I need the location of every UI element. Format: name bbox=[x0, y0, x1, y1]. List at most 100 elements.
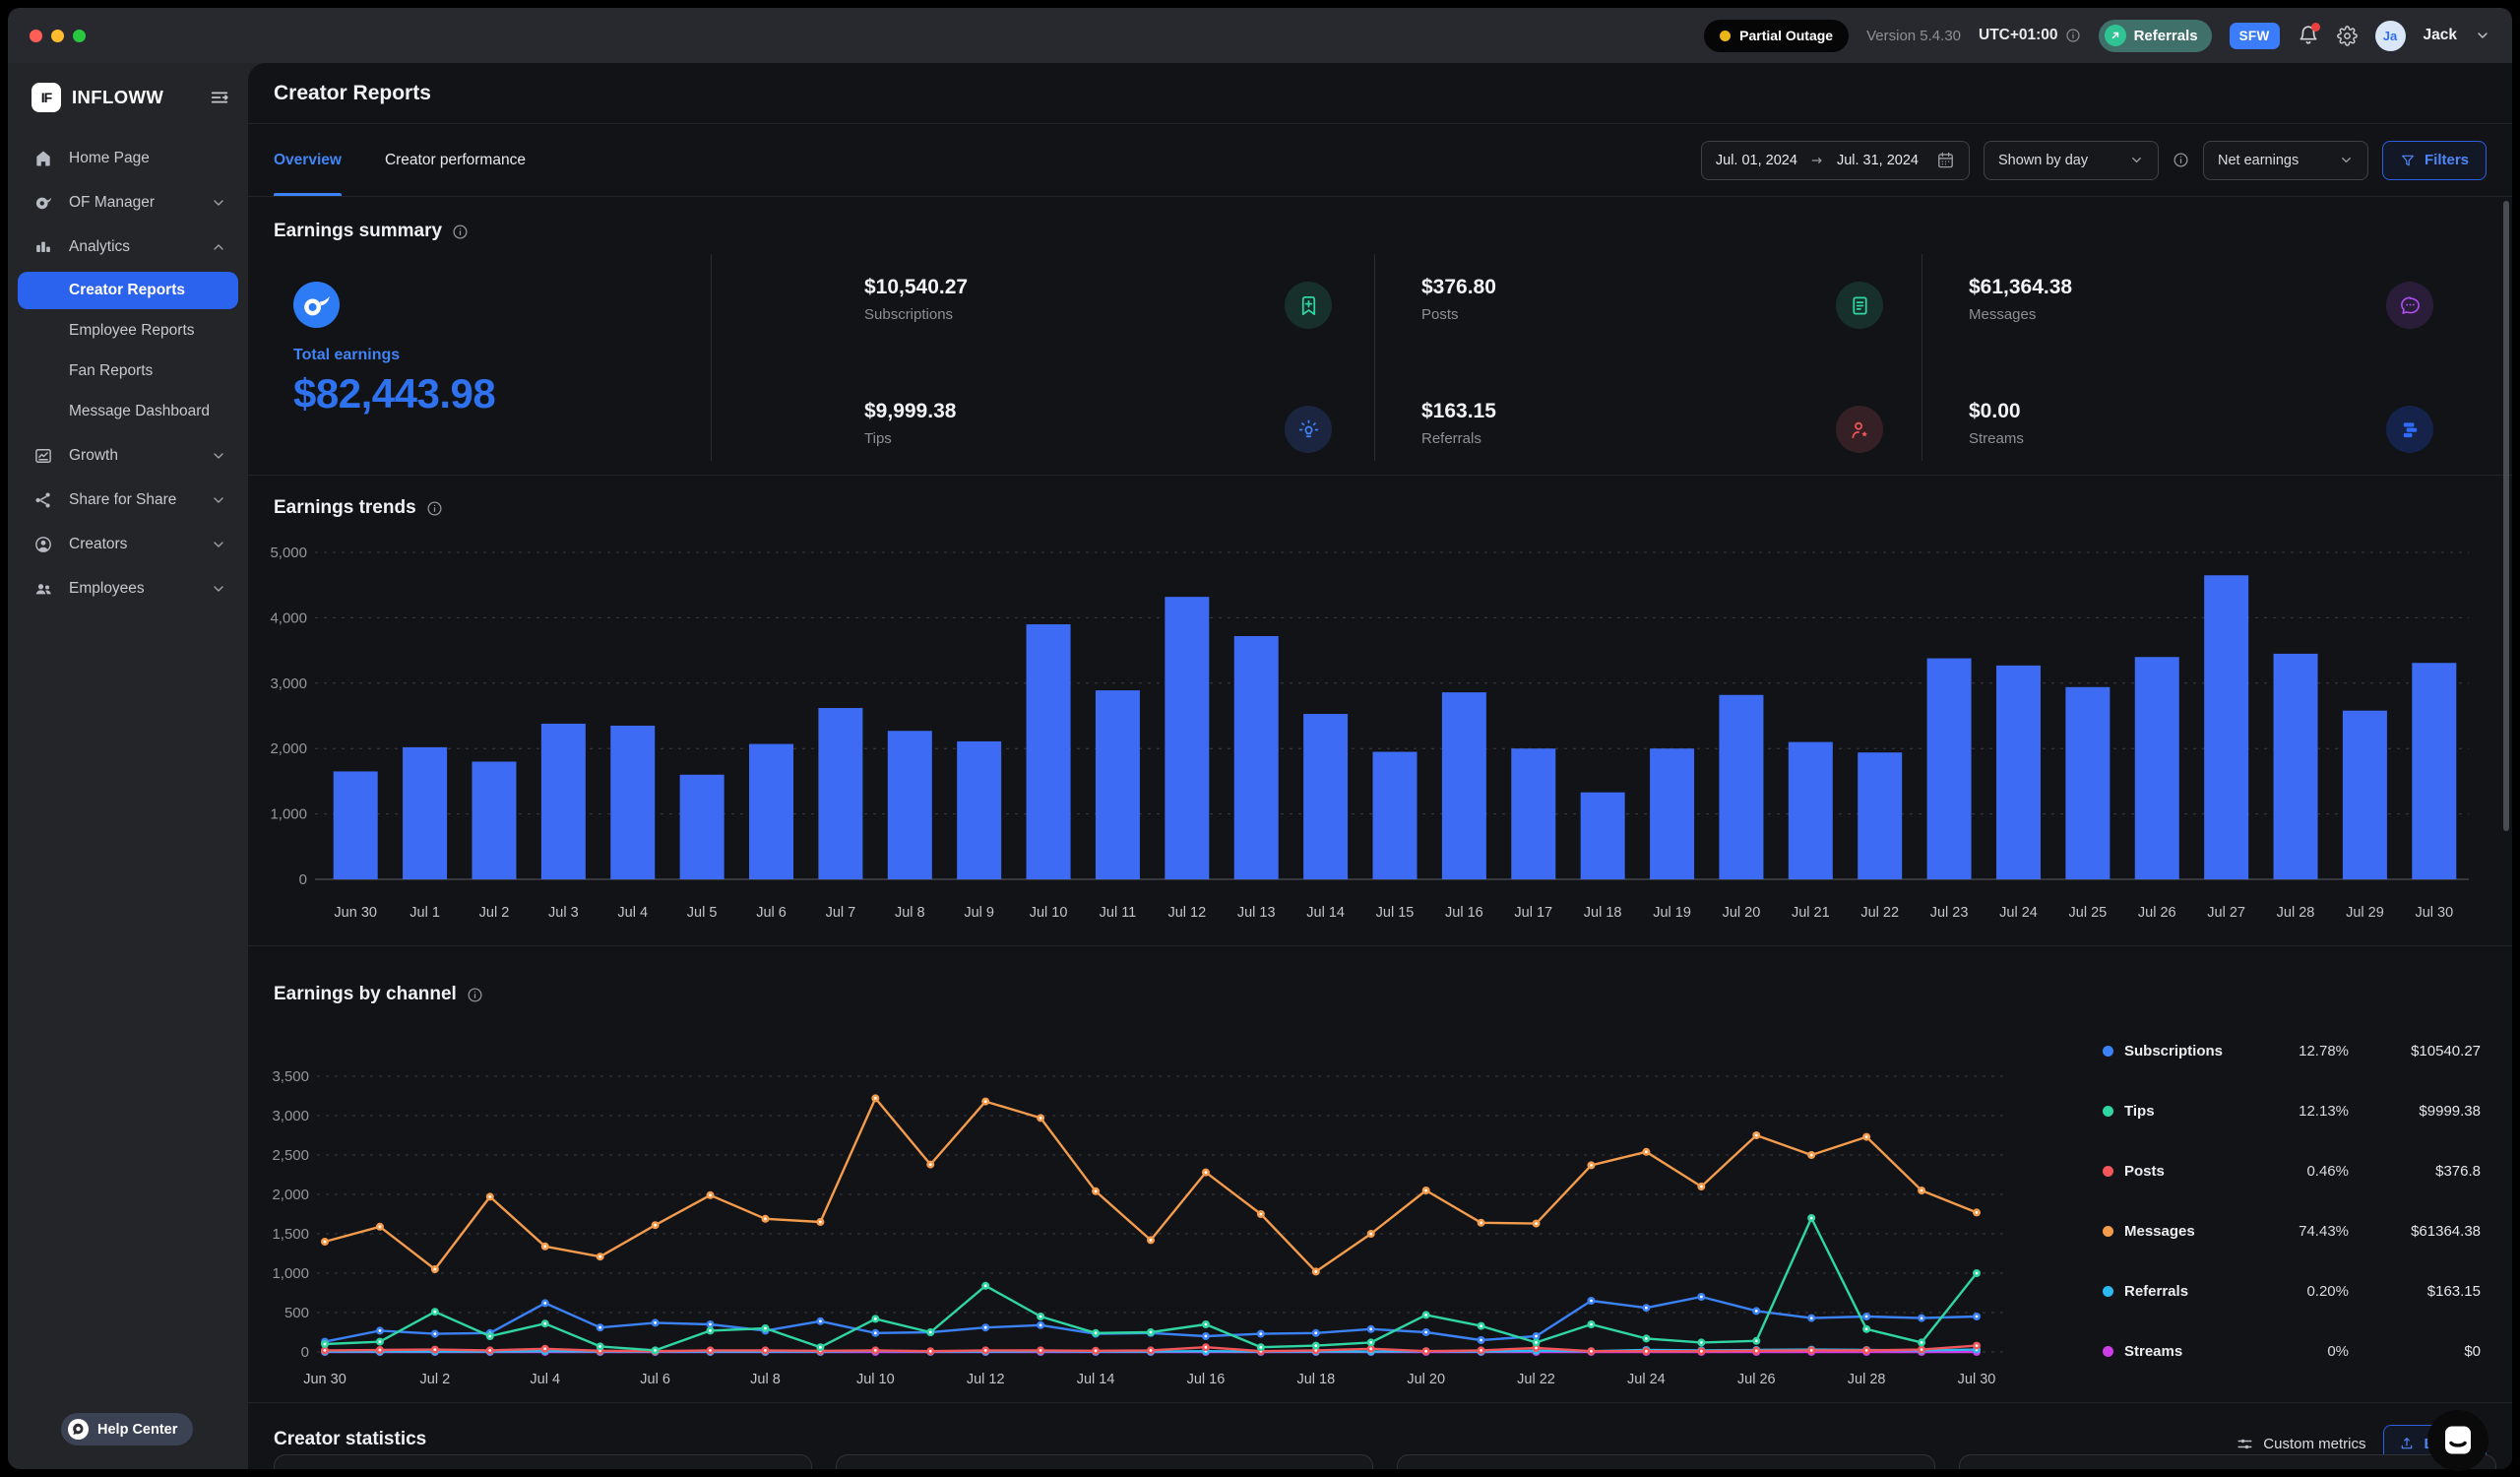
bar-jul-5[interactable] bbox=[680, 775, 724, 879]
sidebar-item-analytics[interactable]: Analytics bbox=[18, 225, 238, 269]
bar-jul-13[interactable] bbox=[1234, 636, 1279, 879]
bar-jul-4[interactable] bbox=[610, 726, 655, 879]
bar-jul-14[interactable] bbox=[1303, 714, 1348, 879]
bar-jul-12[interactable] bbox=[1165, 597, 1209, 879]
referral-arrow-icon bbox=[2105, 25, 2126, 46]
bar-jul-21[interactable] bbox=[1789, 742, 1833, 879]
employees-icon bbox=[33, 579, 53, 599]
bar-jul-6[interactable] bbox=[749, 744, 793, 879]
stat-card[interactable] bbox=[1397, 1454, 1935, 1469]
chevron-down-icon bbox=[211, 195, 226, 211]
bar-jun-30[interactable] bbox=[334, 771, 378, 879]
bar-jul-23[interactable] bbox=[1927, 659, 1972, 879]
chat-widget-button[interactable] bbox=[2427, 1410, 2488, 1471]
info-icon[interactable] bbox=[452, 224, 469, 240]
bar-jul-29[interactable] bbox=[2343, 711, 2387, 879]
sidebar-item-employees[interactable]: Employees bbox=[18, 566, 238, 610]
chevron-down-icon bbox=[211, 581, 226, 597]
custom-metrics-button[interactable]: Custom metrics bbox=[2236, 1435, 2365, 1453]
bar-jul-15[interactable] bbox=[1373, 752, 1418, 879]
bar-x-label: Jul 17 bbox=[1514, 905, 1552, 921]
lightbulb-icon bbox=[1285, 406, 1332, 453]
bar-x-label: Jul 4 bbox=[617, 905, 648, 921]
sidebar-item-home-page[interactable]: Home Page bbox=[18, 136, 238, 180]
sfw-toggle[interactable]: SFW bbox=[2230, 23, 2280, 49]
bar-jul-16[interactable] bbox=[1442, 692, 1486, 879]
user-avatar[interactable]: Ja bbox=[2375, 21, 2406, 51]
line-x-label: Jul 2 bbox=[420, 1372, 451, 1387]
bar-jul-25[interactable] bbox=[2065, 687, 2110, 879]
bar-jul-28[interactable] bbox=[2274, 654, 2318, 879]
legend-row-referrals[interactable]: Referrals0.20%$163.15 bbox=[2103, 1261, 2481, 1321]
bar-jul-24[interactable] bbox=[1996, 666, 2041, 879]
help-center-button[interactable]: Help Center bbox=[61, 1413, 193, 1445]
bar-jul-18[interactable] bbox=[1581, 793, 1625, 879]
sidebar-item-growth[interactable]: Growth bbox=[18, 433, 238, 478]
bar-jul-19[interactable] bbox=[1650, 748, 1694, 879]
bar-x-label: Jul 26 bbox=[2138, 905, 2176, 921]
svg-text:2,000: 2,000 bbox=[270, 740, 307, 757]
bar-jul-11[interactable] bbox=[1096, 690, 1140, 879]
info-icon[interactable] bbox=[2065, 28, 2081, 43]
legend-row-subscriptions[interactable]: Subscriptions12.78%$10540.27 bbox=[2103, 1021, 2481, 1081]
settings-gear-icon[interactable] bbox=[2337, 26, 2358, 46]
sidebar-item-creator-reports[interactable]: Creator Reports bbox=[18, 272, 238, 309]
zoom-window-button[interactable] bbox=[73, 30, 86, 42]
info-icon[interactable] bbox=[426, 500, 443, 517]
close-window-button[interactable] bbox=[30, 30, 42, 42]
bar-jul-26[interactable] bbox=[2135, 657, 2179, 879]
bar-jul-2[interactable] bbox=[472, 761, 516, 879]
divider bbox=[1374, 254, 1375, 461]
creator-statistics-section: Creator statistics Custom metrics Export bbox=[248, 1403, 2512, 1469]
info-icon[interactable] bbox=[2173, 152, 2189, 168]
bar-jul-30[interactable] bbox=[2412, 663, 2456, 879]
bar-jul-1[interactable] bbox=[403, 747, 447, 879]
legend-row-posts[interactable]: Posts0.46%$376.8 bbox=[2103, 1141, 2481, 1201]
legend-row-tips[interactable]: Tips12.13%$9999.38 bbox=[2103, 1081, 2481, 1141]
sidebar-item-label: Growth bbox=[69, 447, 118, 465]
status-label: Partial Outage bbox=[1739, 28, 1833, 43]
status-badge[interactable]: Partial Outage bbox=[1704, 20, 1849, 52]
funnel-icon bbox=[2400, 153, 2416, 168]
bar-jul-9[interactable] bbox=[957, 741, 1001, 879]
scrollbar-thumb[interactable] bbox=[2503, 201, 2509, 831]
tab-overview[interactable]: Overview bbox=[274, 124, 342, 196]
bar-jul-3[interactable] bbox=[541, 724, 586, 879]
referrals-button[interactable]: Referrals bbox=[2099, 20, 2212, 52]
chevron-down-icon bbox=[211, 448, 226, 464]
sidebar-item-fan-reports[interactable]: Fan Reports bbox=[18, 353, 238, 390]
stat-card[interactable] bbox=[836, 1454, 1374, 1469]
legend-row-streams[interactable]: Streams0%$0 bbox=[2103, 1321, 2481, 1381]
bar-jul-17[interactable] bbox=[1511, 748, 1555, 879]
collapse-sidebar-icon[interactable] bbox=[209, 87, 230, 108]
bar-jul-10[interactable] bbox=[1027, 624, 1071, 879]
bar-jul-20[interactable] bbox=[1719, 695, 1763, 879]
notification-badge bbox=[2311, 23, 2320, 32]
user-menu-chevron-down-icon[interactable] bbox=[2475, 28, 2490, 43]
minimize-window-button[interactable] bbox=[51, 30, 64, 42]
bar-jul-22[interactable] bbox=[1858, 752, 1902, 879]
line-x-label: Jul 12 bbox=[967, 1372, 1005, 1387]
notifications-bell-icon[interactable] bbox=[2298, 25, 2319, 46]
legend-row-messages[interactable]: Messages74.43%$61364.38 bbox=[2103, 1201, 2481, 1261]
sidebar-item-message-dashboard[interactable]: Message Dashboard bbox=[18, 393, 238, 430]
stat-card[interactable] bbox=[274, 1454, 812, 1469]
bar-jul-8[interactable] bbox=[888, 731, 932, 879]
bar-x-label: Jul 9 bbox=[964, 905, 994, 921]
date-range-picker[interactable]: Jul. 01, 2024 Jul. 31, 2024 bbox=[1701, 141, 1970, 180]
info-icon[interactable] bbox=[467, 987, 483, 1003]
bar-x-label: Jul 12 bbox=[1167, 905, 1206, 921]
stat-card[interactable] bbox=[1959, 1454, 2497, 1469]
sidebar-item-of-manager[interactable]: OF Manager bbox=[18, 180, 238, 225]
chevron-up-icon bbox=[211, 239, 226, 255]
tab-creator-performance[interactable]: Creator performance bbox=[385, 124, 526, 196]
shown-by-select[interactable]: Shown by day bbox=[1984, 141, 2159, 180]
bar-jul-7[interactable] bbox=[818, 708, 862, 879]
sidebar-item-share-for-share[interactable]: Share for Share bbox=[18, 478, 238, 522]
sidebar-item-employee-reports[interactable]: Employee Reports bbox=[18, 312, 238, 350]
metric-select[interactable]: Net earnings bbox=[2203, 141, 2368, 180]
filters-button[interactable]: Filters bbox=[2382, 141, 2487, 180]
line-x-label: Jul 30 bbox=[1958, 1372, 1996, 1387]
bar-jul-27[interactable] bbox=[2204, 575, 2248, 879]
sidebar-item-creators[interactable]: Creators bbox=[18, 522, 238, 566]
